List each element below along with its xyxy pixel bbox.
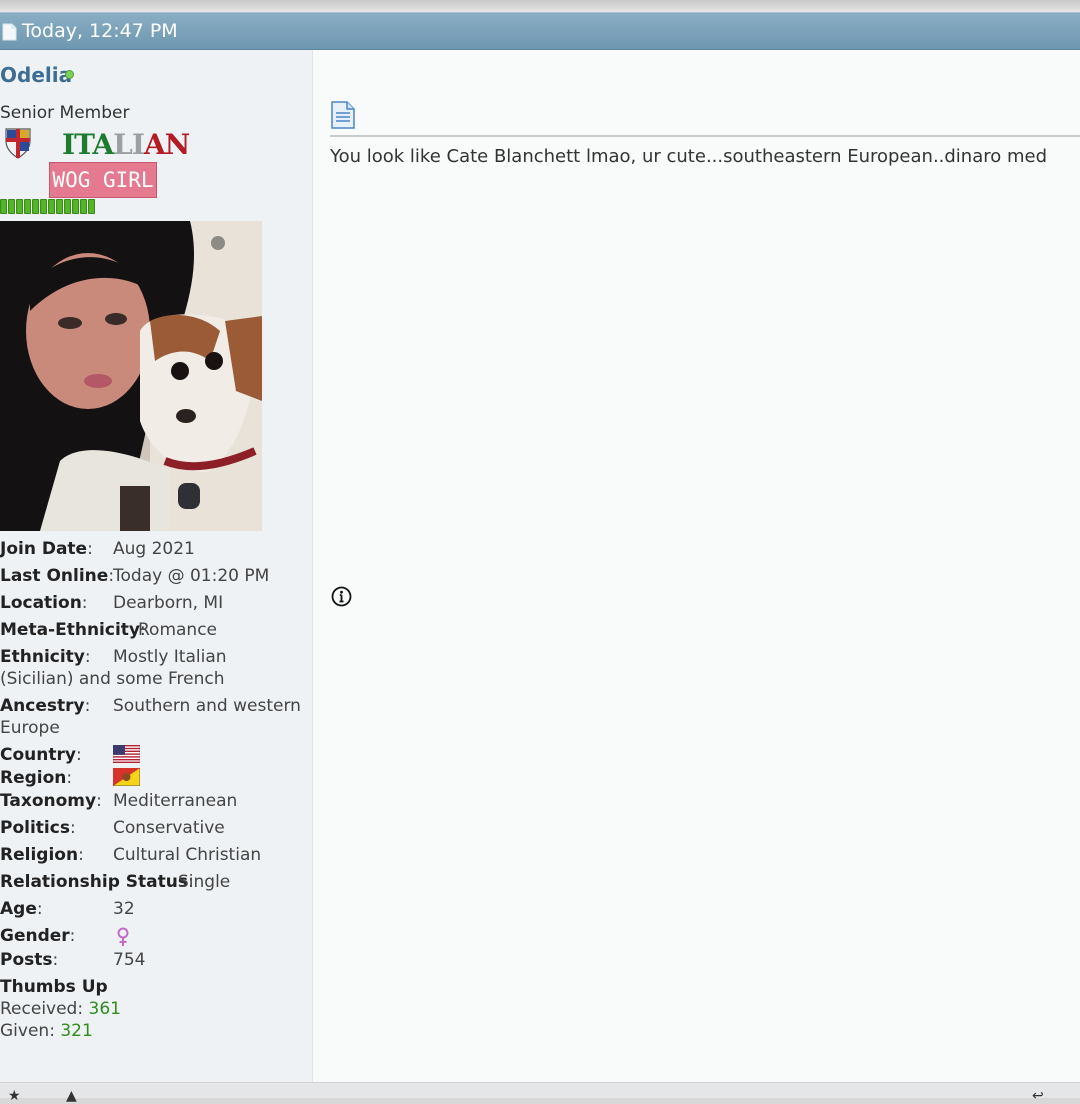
arrow-up-icon[interactable]: ▲ (66, 1088, 77, 1104)
religion-row: Religion: Cultural Christian (0, 845, 262, 865)
ethnicity-continued: (Sicilian) and some French (0, 669, 225, 689)
post-footer (0, 1082, 1080, 1098)
post-message: You look like Cate Blanchett lmao, ur cu… (330, 146, 1048, 167)
reputation-pip (56, 199, 63, 214)
taxonomy-row: Taxonomy: Mediterranean (0, 791, 238, 811)
thumbs-up-heading: Thumbs Up (0, 977, 108, 997)
ancestry-row: Ancestry: Southern and western (0, 696, 301, 716)
reputation-pip (72, 199, 79, 214)
ethnicity-row: Ethnicity: Mostly Italian (0, 647, 227, 667)
reputation-pip (48, 199, 55, 214)
location-row: Location: Dearborn, MI (0, 593, 224, 613)
reputation-pip (40, 199, 47, 214)
region-row: Region: (0, 768, 73, 788)
thumbs-received: Received: 361 (0, 999, 121, 1019)
post-body (312, 50, 1080, 1082)
browser-top-strip (0, 0, 1080, 12)
sicily-flag-icon (113, 768, 140, 786)
age-row: Age: 32 (0, 899, 135, 919)
info-icon[interactable] (331, 586, 352, 607)
last-online-row: Last Online: Today @ 01:20 PM (0, 566, 270, 586)
reputation-pip (8, 199, 15, 214)
reputation-pip (24, 199, 31, 214)
reputation-pip (64, 199, 71, 214)
reputation-pip (32, 199, 39, 214)
wog-girl-badge: WOG GIRL (49, 162, 157, 198)
online-status-icon (65, 70, 74, 79)
user-title: Senior Member (0, 103, 130, 123)
relationship-row: Relationship Status: Single (0, 872, 231, 892)
reputation-pip (16, 199, 23, 214)
reputation-pip (0, 199, 7, 214)
star-icon[interactable]: ★ (8, 1088, 21, 1104)
reputation-pip (80, 199, 87, 214)
ancestry-continued: Europe (0, 718, 60, 738)
country-row: Country: (0, 745, 82, 765)
shield-crest-icon (5, 128, 31, 159)
female-symbol-icon (117, 927, 129, 946)
document-icon (2, 23, 17, 41)
document-icon (331, 101, 355, 129)
reputation-bar (0, 199, 95, 214)
posts-row: Posts: 754 (0, 950, 146, 970)
post-date: Today, 12:47 PM (22, 20, 178, 42)
meta-ethnicity-row: Meta-Ethnicity: Romance (0, 620, 218, 640)
post-divider (330, 135, 1080, 137)
post-header: Today, 12:47 PM (0, 12, 1080, 50)
reply-icon[interactable]: ↩ (1032, 1088, 1044, 1104)
italian-badge: ITALIAN (62, 128, 190, 161)
us-flag-icon (113, 745, 140, 763)
thumbs-given: Given: 321 (0, 1021, 93, 1041)
gender-row: Gender: (0, 926, 76, 946)
reputation-pip (88, 199, 95, 214)
politics-row: Politics: Conservative (0, 818, 225, 838)
user-avatar[interactable] (0, 221, 262, 531)
join-date-row: Join Date: Aug 2021 (0, 539, 195, 559)
username-link[interactable]: Odelia (0, 63, 72, 87)
